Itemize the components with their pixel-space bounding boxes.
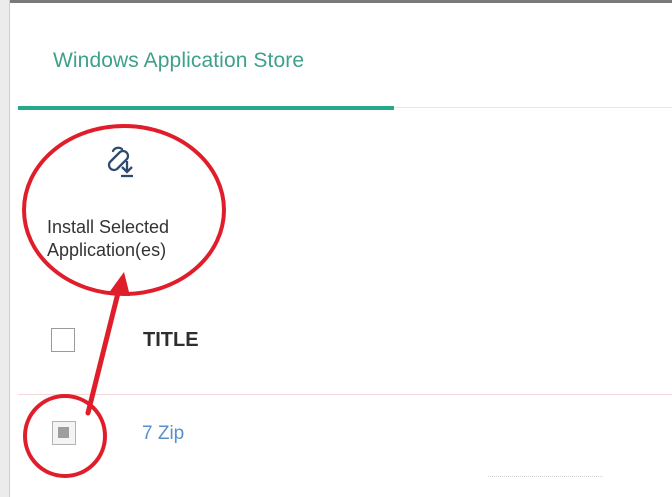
install-apps-icon bbox=[107, 146, 133, 178]
select-all-checkbox[interactable] bbox=[51, 328, 75, 352]
table-header-row: TITLE bbox=[18, 305, 672, 395]
column-header-title[interactable]: TITLE bbox=[143, 329, 199, 352]
app-frame: Windows Application Store Install Select… bbox=[0, 0, 672, 497]
checkbox-checked-mark bbox=[58, 427, 69, 438]
install-selected-applications-button[interactable]: Install Selected Application(es) bbox=[44, 140, 204, 280]
active-tab-indicator bbox=[18, 106, 394, 110]
tab-label: Windows Application Store bbox=[53, 49, 305, 72]
left-rail bbox=[0, 0, 10, 497]
install-selected-label: Install Selected Application(es) bbox=[47, 217, 170, 260]
row-title-link[interactable]: 7 Zip bbox=[142, 423, 184, 445]
window-top-border bbox=[0, 0, 672, 3]
row-select-checkbox[interactable] bbox=[52, 421, 76, 445]
row-divider bbox=[488, 476, 603, 477]
table-row[interactable]: 7 Zip bbox=[18, 396, 672, 477]
tab-strip: Windows Application Store bbox=[18, 20, 672, 110]
tab-windows-application-store[interactable]: Windows Application Store bbox=[18, 20, 394, 110]
